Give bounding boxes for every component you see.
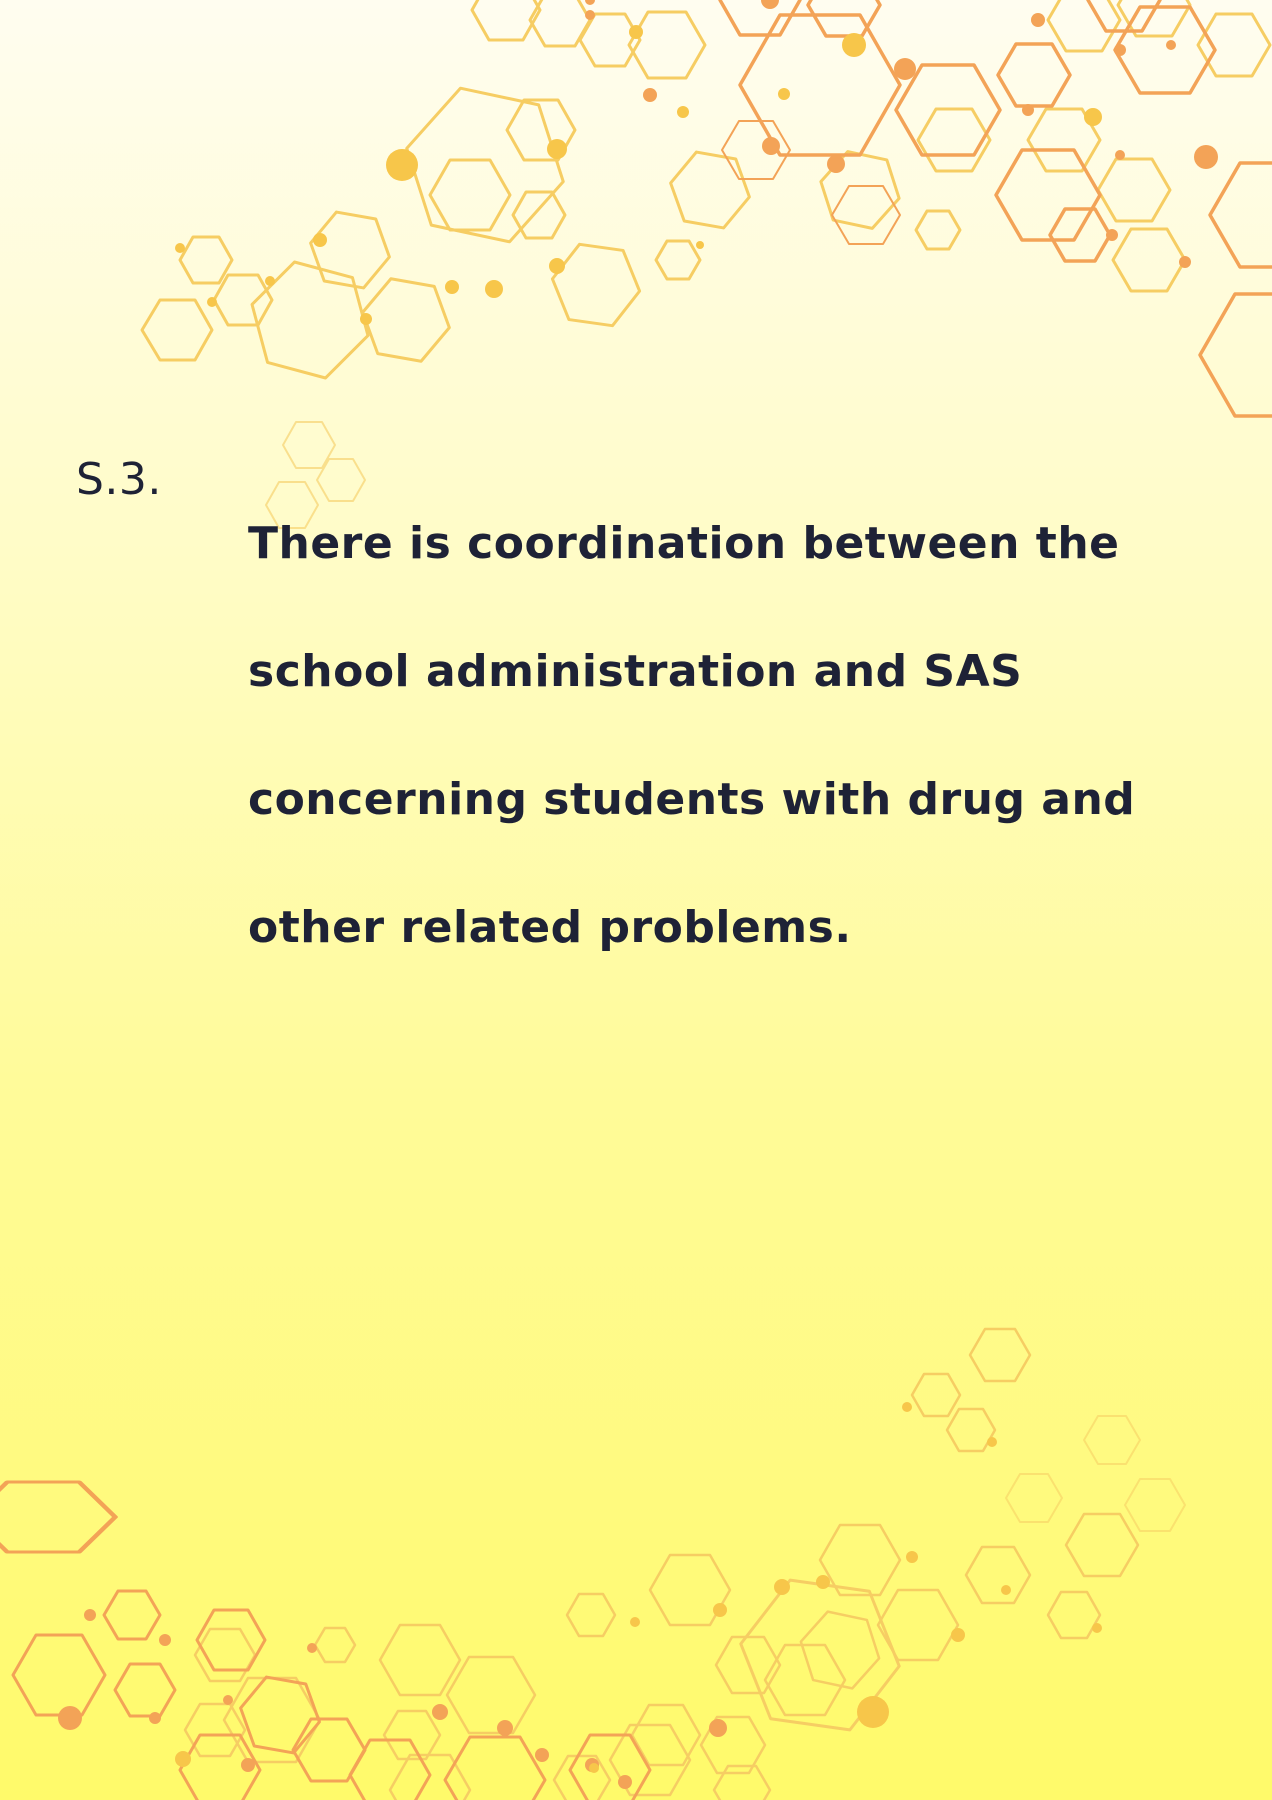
- statement-text: There is coordination between the school…: [248, 448, 1168, 1024]
- bottom-hexagon-cluster: [0, 1327, 1186, 1800]
- statement-number: S.3.: [76, 454, 162, 505]
- statement-text-line: school administration and SAS: [248, 646, 1023, 697]
- document-page: S.3. There is coordination between the s…: [0, 0, 1272, 1800]
- statement-text-line: concerning students with drug and: [248, 774, 1136, 825]
- statement-text-line: other related problems.: [248, 902, 852, 953]
- statement-text-line: There is coordination between the: [248, 518, 1120, 569]
